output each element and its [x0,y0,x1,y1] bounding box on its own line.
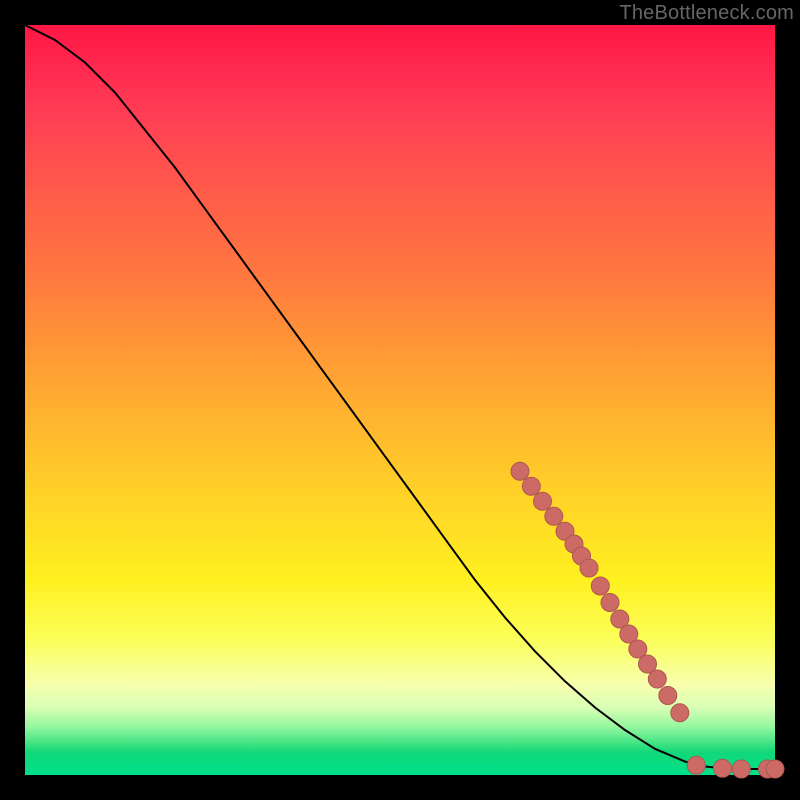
data-marker [601,594,619,612]
data-marker [591,577,609,595]
marker-group [511,462,784,778]
data-marker [534,492,552,510]
plot-area [25,25,775,775]
watermark-text: TheBottleneck.com [619,2,794,25]
data-marker [687,756,705,774]
chart-frame: TheBottleneck.com [0,0,800,800]
curve-line [25,25,775,769]
data-marker [648,670,666,688]
data-marker [522,477,540,495]
data-marker [714,759,732,777]
data-marker [511,462,529,480]
data-marker [659,687,677,705]
chart-svg [25,25,775,775]
data-marker [766,760,784,778]
data-marker [545,507,563,525]
data-marker [671,704,689,722]
data-marker [732,760,750,778]
data-marker [580,559,598,577]
